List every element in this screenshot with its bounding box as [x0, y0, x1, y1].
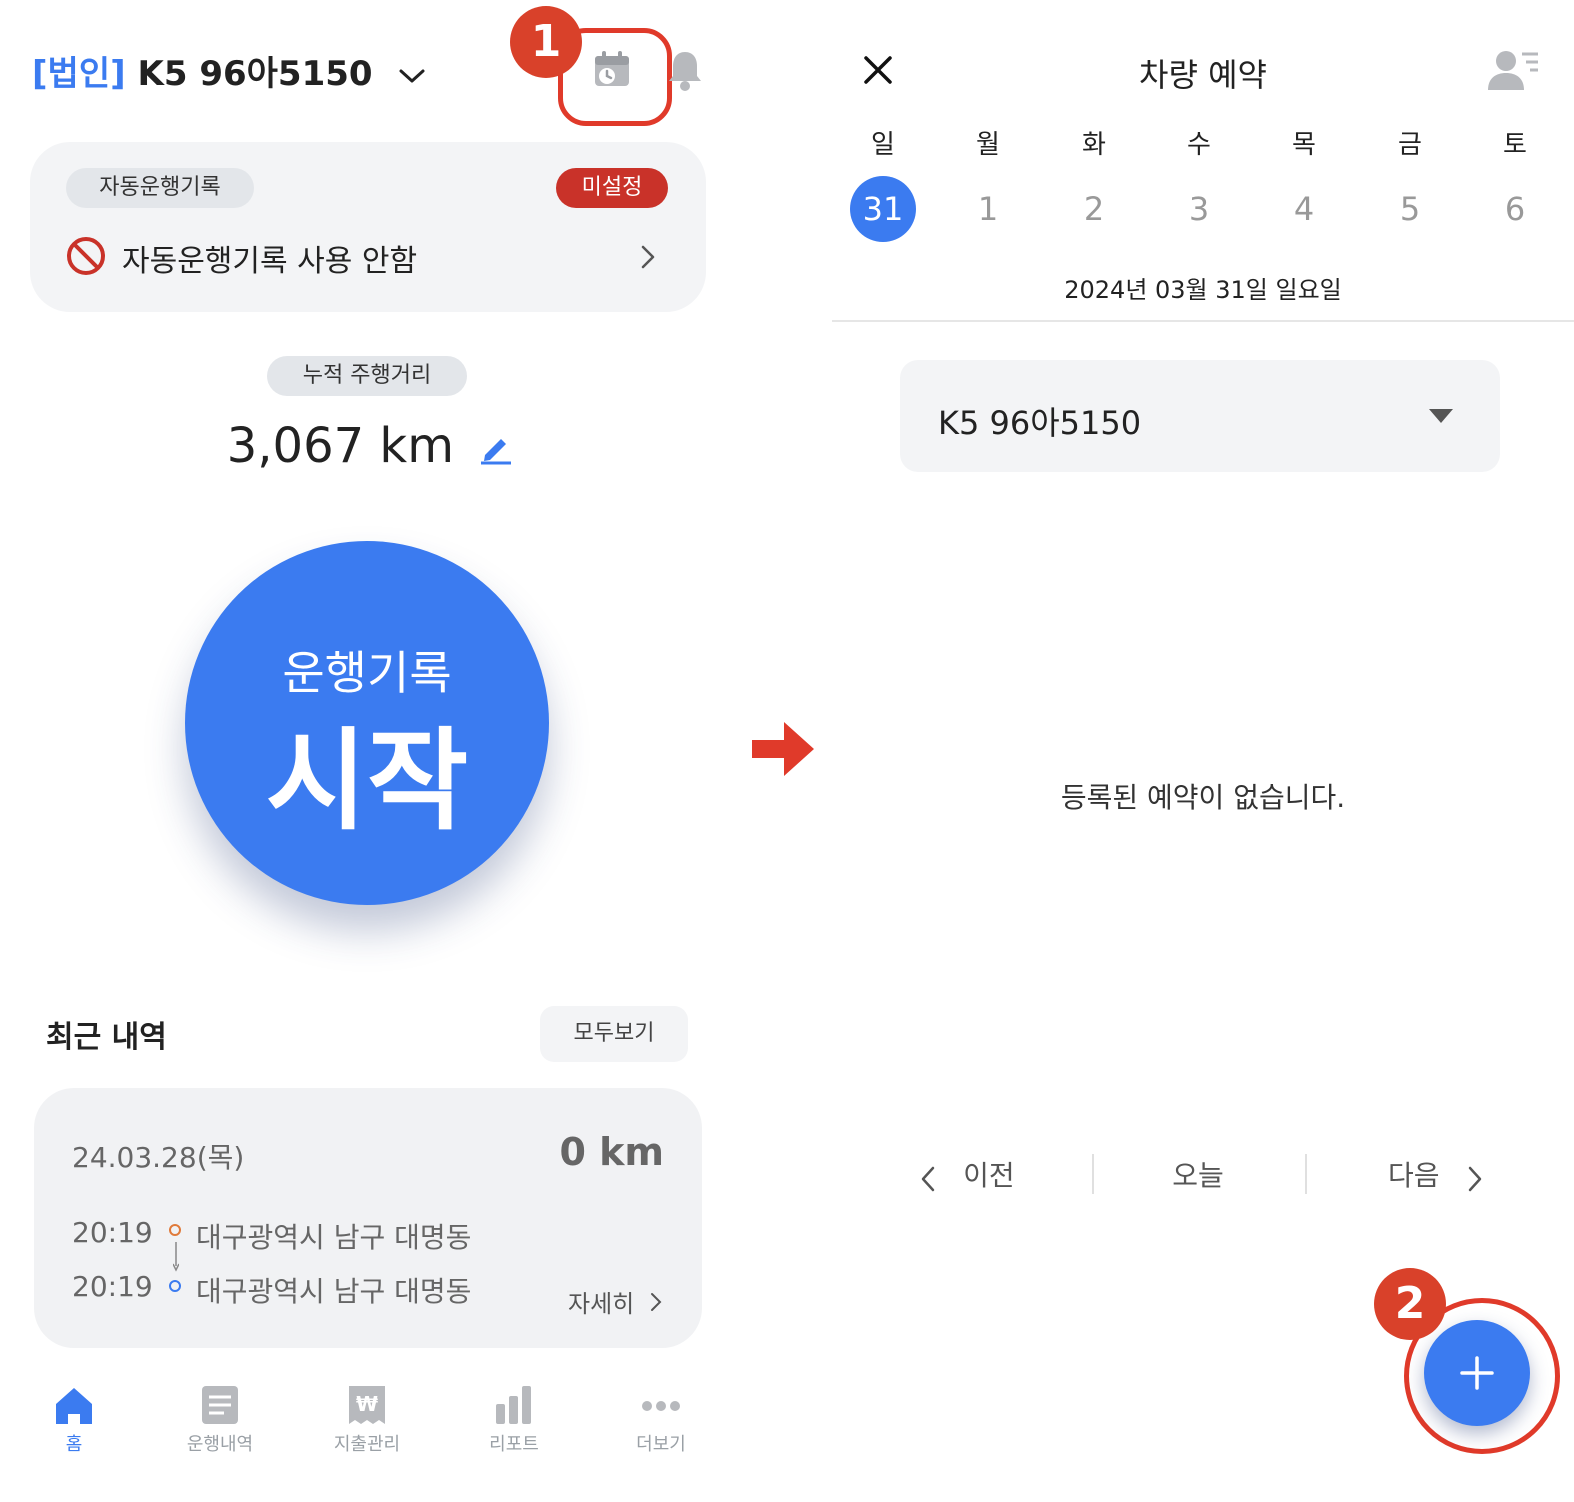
history-distance: 0 km: [559, 1130, 664, 1174]
page-title: 차량 예약: [1139, 56, 1267, 94]
weekday-fri: 금: [1398, 130, 1422, 160]
tab-more-label: 더보기: [636, 1434, 686, 1455]
tab-expenses[interactable]: ₩ 지출관리: [307, 1384, 427, 1456]
chevron-right-icon: [1467, 1165, 1483, 1197]
route-arrow-icon: [172, 1242, 180, 1276]
view-all-button[interactable]: 모두보기: [540, 1006, 688, 1062]
weekday-thu: 목: [1292, 130, 1316, 160]
vehicle-name: K5 96아5150: [137, 54, 373, 94]
day-1[interactable]: 1: [955, 176, 1021, 242]
chevron-down-icon: [398, 54, 426, 94]
weekday-sat: 토: [1503, 130, 1527, 160]
today-button[interactable]: 오늘: [1132, 1154, 1264, 1194]
tab-home-label: 홈: [65, 1434, 83, 1455]
user-list-icon[interactable]: [1488, 48, 1540, 94]
tab-home[interactable]: 홈: [14, 1384, 134, 1456]
status-badge: 미설정: [556, 168, 668, 208]
chevron-left-icon: [920, 1165, 936, 1197]
add-reservation-button[interactable]: [1424, 1320, 1530, 1426]
vehicle-type-prefix: [법인]: [32, 54, 126, 94]
nav-separator: [1305, 1154, 1307, 1194]
detail-label: 자세히: [568, 1290, 635, 1318]
step-marker-2: 2: [1374, 1268, 1446, 1340]
destination-dot-icon: [168, 1278, 182, 1297]
tab-drive-history[interactable]: 운행내역: [160, 1384, 280, 1456]
odometer-label: 누적 주행거리: [267, 356, 467, 396]
day-4[interactable]: 4: [1271, 176, 1337, 242]
weekday-mon: 월: [976, 130, 1000, 160]
home-icon: [14, 1384, 134, 1430]
weekday-sun: 일: [871, 130, 895, 160]
start-drive-log-button[interactable]: 운행기록 시작: [185, 541, 549, 905]
step-marker-1: 1: [510, 6, 582, 78]
day-31[interactable]: 31: [850, 176, 916, 242]
tab-report[interactable]: 리포트: [454, 1384, 574, 1456]
auto-log-card[interactable]: 자동운행기록 미설정 자동운행기록 사용 안함: [30, 142, 706, 312]
svg-text:₩: ₩: [356, 1392, 378, 1416]
auto-log-tag: 자동운행기록: [66, 168, 254, 208]
more-dots-icon: [601, 1384, 721, 1430]
transition-arrow-icon: [750, 720, 816, 782]
chevron-right-icon: [650, 1290, 662, 1318]
divider: [832, 320, 1574, 322]
empty-message: 등록된 예약이 없습니다.: [1060, 781, 1346, 814]
dropdown-triangle-icon: [1428, 408, 1454, 428]
bar-chart-icon: [454, 1384, 574, 1430]
prev-button[interactable]: 이전: [920, 1154, 1015, 1197]
next-button[interactable]: 다음: [1388, 1154, 1483, 1197]
from-place: 대구광역시 남구 대명동: [196, 1221, 472, 1254]
prohibited-icon: [66, 236, 106, 280]
day-2[interactable]: 2: [1061, 176, 1127, 242]
odometer-value: 3,067 km: [226, 418, 454, 474]
tab-drive-history-label: 운행내역: [186, 1434, 254, 1455]
chevron-right-icon: [640, 244, 656, 274]
origin-dot-icon: [168, 1222, 182, 1241]
bell-icon[interactable]: [666, 48, 704, 96]
document-list-icon: [160, 1384, 280, 1430]
vehicle-reservation-screen: 차량 예약 일 월 화 수 목 금 토 31 1 2 3 4 5 6 2024년…: [832, 0, 1574, 1502]
edit-pencil-icon[interactable]: [479, 421, 513, 477]
reservation-calendar-icon[interactable]: [592, 50, 632, 94]
weekday-wed: 수: [1187, 130, 1211, 160]
from-time: 20:19: [72, 1216, 153, 1249]
start-button-main: 시작: [265, 717, 469, 845]
tab-more[interactable]: 더보기: [601, 1384, 721, 1456]
next-label: 다음: [1388, 1159, 1440, 1192]
nav-separator: [1092, 1154, 1094, 1194]
selected-date-label: 2024년 03월 31일 일요일: [1064, 276, 1342, 304]
prev-label: 이전: [963, 1159, 1015, 1192]
day-5[interactable]: 5: [1377, 176, 1443, 242]
weekday-tue: 화: [1082, 130, 1106, 160]
auto-log-message: 자동운행기록 사용 안함: [122, 244, 418, 279]
tab-report-label: 리포트: [489, 1434, 539, 1455]
detail-link[interactable]: 자세히: [568, 1284, 662, 1319]
won-receipt-icon: ₩: [307, 1384, 427, 1430]
plus-icon: [1460, 1356, 1494, 1394]
odometer-value-row: 3,067 km: [0, 418, 740, 477]
day-3[interactable]: 3: [1166, 176, 1232, 242]
history-date: 24.03.28(목): [72, 1141, 245, 1174]
tab-expenses-label: 지출관리: [333, 1434, 401, 1455]
vehicle-select[interactable]: K5 96아5150: [900, 360, 1500, 472]
vehicle-selector[interactable]: [법인] K5 96아5150: [32, 46, 426, 95]
to-place: 대구광역시 남구 대명동: [196, 1275, 472, 1308]
day-6[interactable]: 6: [1482, 176, 1548, 242]
recent-title: 최근 내역: [46, 1020, 167, 1055]
vehicle-select-value: K5 96아5150: [938, 404, 1142, 442]
history-card[interactable]: 24.03.28(목) 0 km 20:19 대구광역시 남구 대명동 20:1…: [34, 1088, 702, 1348]
home-screen: [법인] K5 96아5150 1 자동운행기록 미설정 자동운행기록 사용 안…: [0, 0, 740, 1502]
to-time: 20:19: [72, 1270, 153, 1303]
